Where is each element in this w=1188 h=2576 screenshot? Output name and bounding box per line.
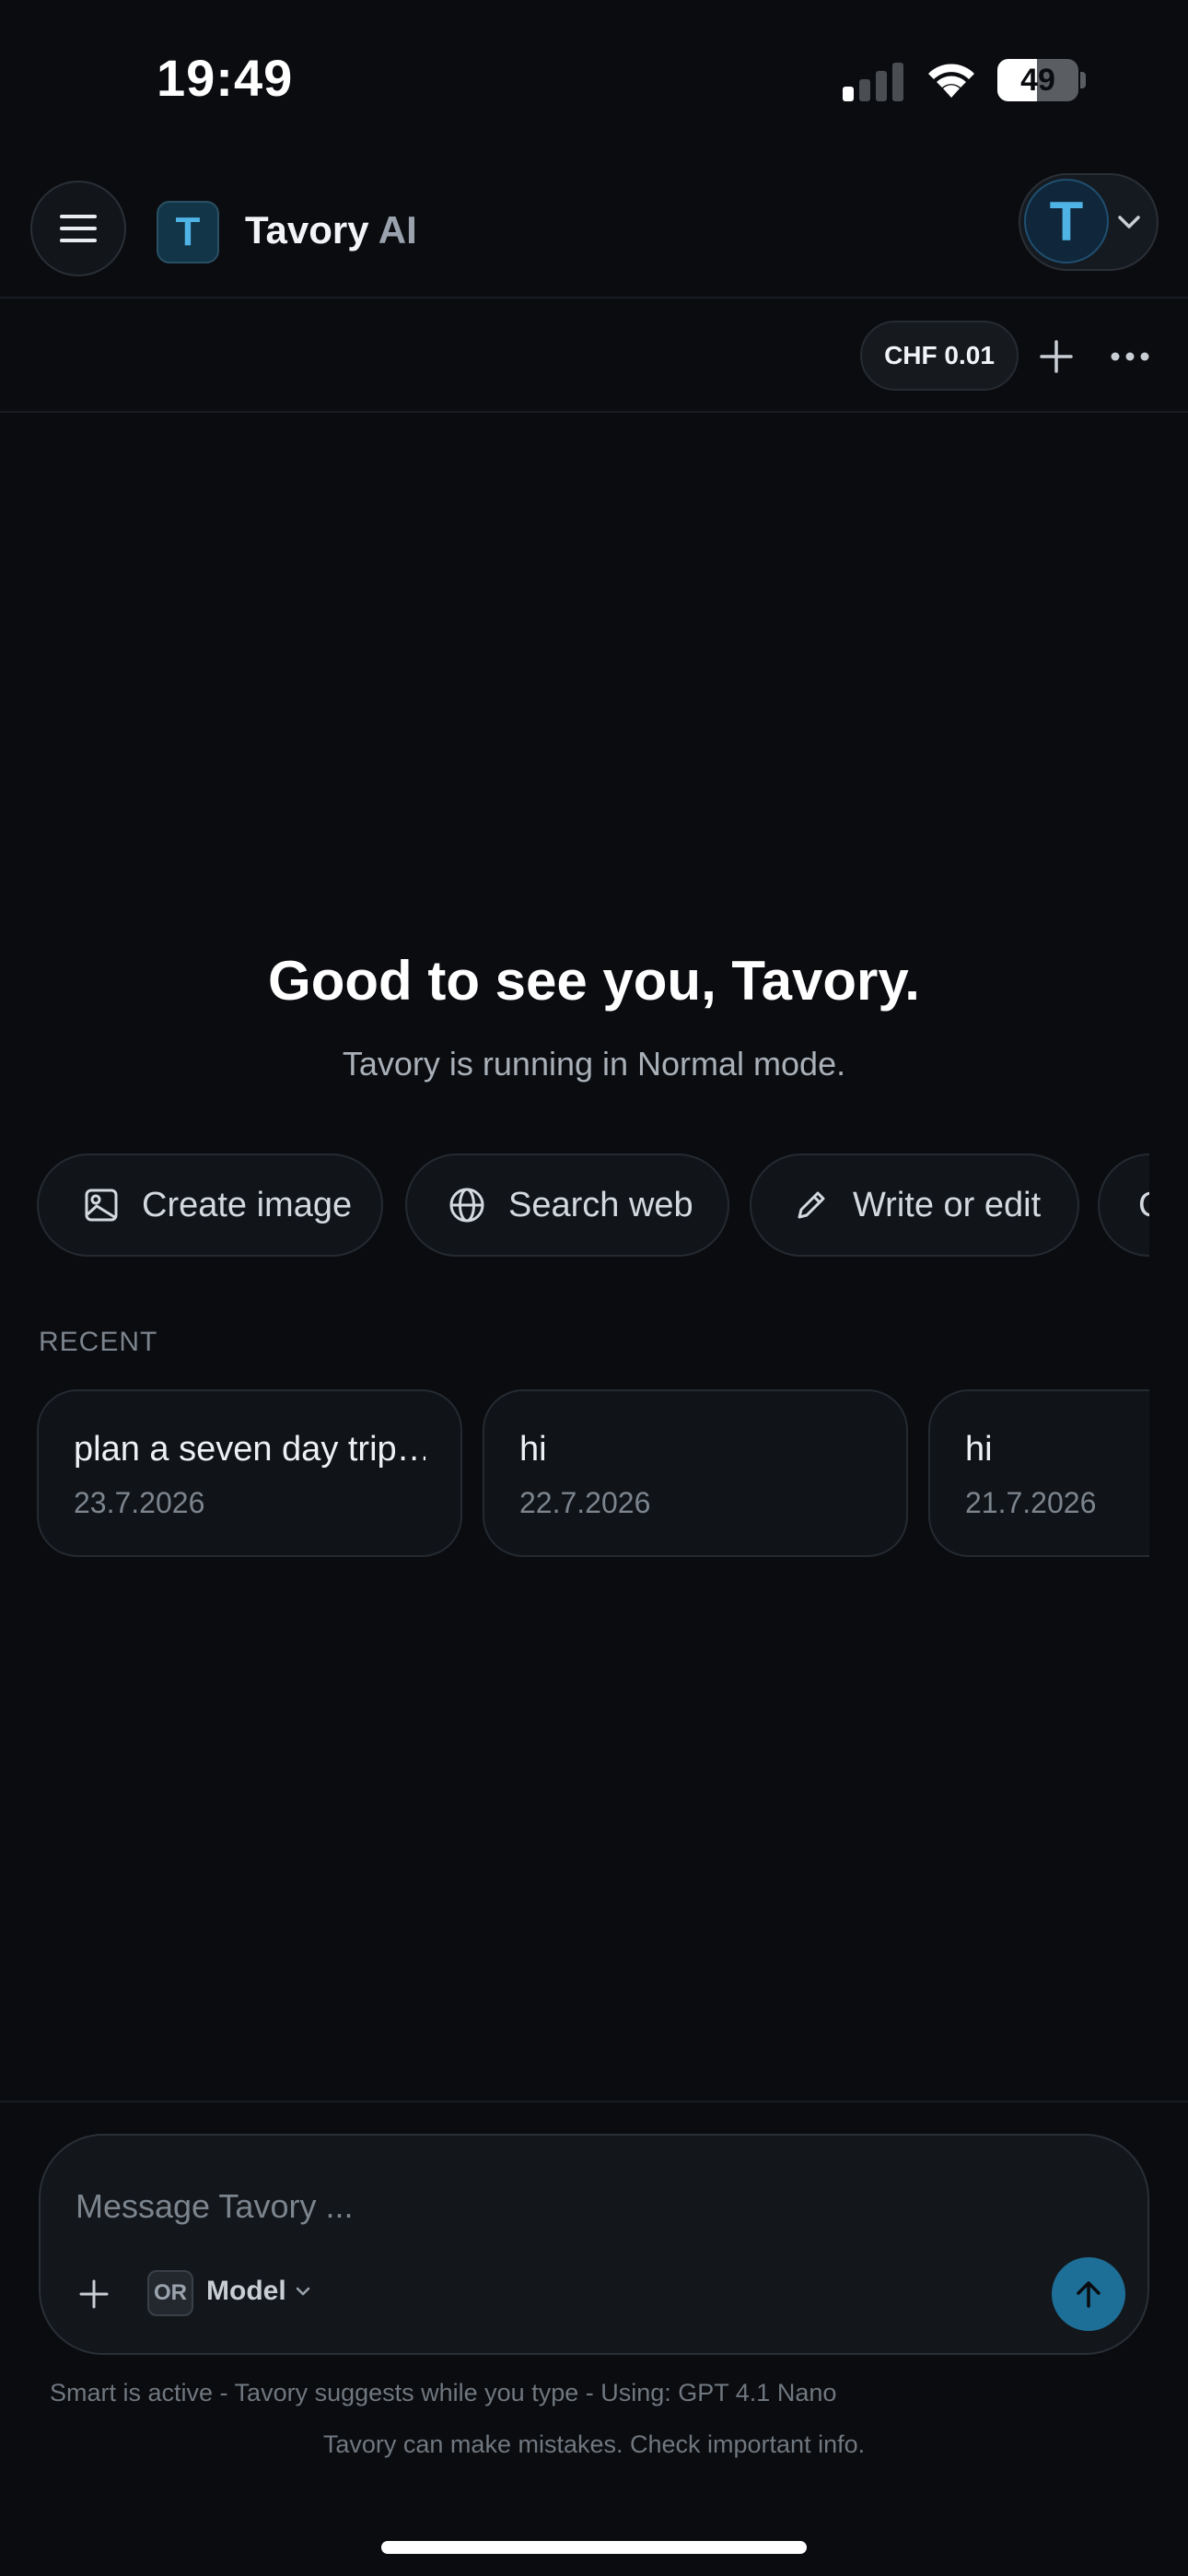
recent-card-date: 21.7.2026 [965, 1486, 1097, 1519]
cellular-signal-icon [843, 63, 903, 101]
chip-label: Search web [508, 1185, 693, 1224]
status-time: 19:49 [157, 49, 294, 107]
chip-label: Create image [142, 1185, 353, 1224]
more-action-chip[interactable]: C [1098, 1153, 1149, 1257]
avatar[interactable]: T [1024, 179, 1109, 263]
recent-card[interactable]: hi 22.7.2026 [483, 1389, 908, 1557]
create-image-chip[interactable]: Create image [37, 1153, 383, 1257]
globe-icon [449, 1188, 484, 1223]
new-chat-plus-icon[interactable] [1035, 335, 1077, 378]
recent-card[interactable]: plan a seven day trip… 23.7.2026 [37, 1389, 462, 1557]
search-web-chip[interactable]: Search web [405, 1153, 729, 1257]
composer-divider [0, 2101, 1188, 2102]
quick-actions: Create image Search web Write or edit C [37, 1153, 1149, 1257]
battery-percent: 49 [1020, 63, 1055, 98]
hamburger-icon [60, 215, 97, 242]
pencil-icon [798, 1191, 825, 1219]
disclaimer: Tavory can make mistakes. Check importan… [322, 2430, 866, 2458]
chip-label: C [1138, 1186, 1149, 1225]
home-indicator [381, 2541, 807, 2554]
openrouter-badge[interactable]: OR [147, 2270, 193, 2316]
recent-card-date: 22.7.2026 [519, 1486, 651, 1519]
recent-card-title: hi [965, 1430, 993, 1469]
recent-card-title: plan a seven day trip… [74, 1430, 425, 1469]
app-title: Tavory AI [245, 208, 417, 252]
attach-plus-icon[interactable] [74, 2274, 114, 2314]
header-divider [0, 297, 1188, 299]
mode-subtitle: Tavory is running in Normal mode. [342, 1045, 846, 1083]
greeting-heading: Good to see you, Tavory. [268, 950, 920, 1012]
more-options-icon[interactable] [1107, 335, 1153, 378]
image-icon [85, 1188, 118, 1222]
recent-label: RECENT [39, 1327, 158, 1357]
send-button[interactable] [1052, 2257, 1125, 2331]
arrow-up-icon [1077, 2281, 1101, 2308]
chevron-down-icon[interactable] [1112, 208, 1146, 236]
battery-icon: 49 [997, 59, 1086, 101]
write-or-edit-chip[interactable]: Write or edit [750, 1153, 1079, 1257]
chip-label: Write or edit [853, 1185, 1042, 1224]
menu-button[interactable] [30, 181, 126, 276]
model-selector[interactable]: Model [206, 2276, 286, 2307]
recent-card[interactable]: hi 21.7.2026 [928, 1389, 1149, 1557]
recent-card-title: hi [519, 1430, 547, 1469]
message-composer [39, 2134, 1149, 2355]
brand-name: Tavory [245, 208, 369, 252]
smart-status-note: Smart is active - Tavory suggests while … [50, 2379, 837, 2406]
brand-suffix: AI [368, 208, 417, 252]
message-input[interactable] [76, 2184, 1070, 2230]
toolbar-divider [0, 411, 1188, 413]
chevron-down-icon[interactable] [293, 2283, 313, 2300]
app-logo: T [157, 201, 219, 263]
wifi-icon [928, 64, 974, 98]
cost-badge[interactable]: CHF 0.01 [860, 321, 1019, 391]
recent-list: plan a seven day trip… 23.7.2026 hi 22.7… [37, 1389, 1149, 1561]
recent-card-date: 23.7.2026 [74, 1486, 205, 1519]
